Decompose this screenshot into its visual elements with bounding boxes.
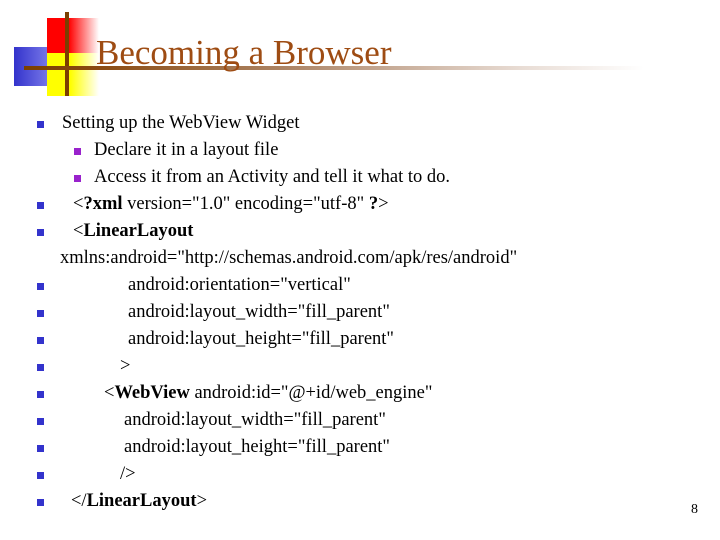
line-text-ll-layout-width: android:layout_width="fill_parent" [128, 302, 390, 322]
bullet-line-wv-self-close: /> [0, 461, 720, 488]
bullet-line-android-orientation: android:orientation="vertical" [0, 272, 720, 299]
bold-token: ?xml [83, 194, 123, 214]
line-text-setting-up: Setting up the WebView Widget [62, 113, 300, 133]
page-title: Becoming a Browser [96, 33, 392, 72]
line-text-wv-self-close: /> [120, 464, 136, 484]
slide-body: Setting up the WebView Widget Declare it … [0, 110, 720, 515]
line-text-linearlayout-close: </LinearLayout> [71, 491, 207, 511]
bold-token: LinearLayout [83, 221, 194, 241]
bullet-line-ll-close-bracket: > [0, 353, 720, 380]
logo-yellow-square [47, 53, 99, 96]
bullet-line-xmlns-android: xmlns:android="http://schemas.android.co… [0, 245, 720, 272]
line-text-wv-layout-height: android:layout_height="fill_parent" [124, 437, 390, 457]
bullet-line-xml-decl: <?xml version="1.0" encoding="utf-8" ?> [0, 191, 720, 218]
line-text-ll-close-bracket: > [120, 356, 131, 376]
bold-token: WebView [114, 383, 190, 403]
line-text-webview-open: <WebView android:id="@+id/web_engine" [104, 383, 433, 403]
bold-token-tail: ? [368, 194, 379, 214]
line-text-access-activity: Access it from an Activity and tell it w… [94, 167, 451, 187]
bold-token: LinearLayout [86, 491, 197, 511]
line-text-linearlayout-open: <LinearLayout [73, 221, 194, 241]
line-text-ll-layout-height: android:layout_height="fill_parent" [128, 329, 394, 349]
slide-canvas: Becoming a Browser Setting up the WebVie… [0, 0, 720, 540]
bullet-marker-level1 [37, 472, 44, 479]
bullet-line-linearlayout-close: </LinearLayout> [0, 488, 720, 515]
bullet-marker-level1 [37, 121, 44, 128]
bullet-marker-level1 [37, 337, 44, 344]
line-text-android-orientation: android:orientation="vertical" [128, 275, 351, 295]
bullet-marker-level1 [37, 499, 44, 506]
bullet-marker-level2 [74, 175, 81, 182]
line-text-xmlns-android: xmlns:android="http://schemas.android.co… [60, 248, 518, 268]
bullet-marker-level1 [37, 391, 44, 398]
line-text-xml-decl: <?xml version="1.0" encoding="utf-8" ?> [73, 194, 389, 214]
line-text-declare-layout: Declare it in a layout file [94, 140, 279, 160]
bullet-marker-level1 [37, 229, 44, 236]
bullet-line-ll-layout-height: android:layout_height="fill_parent" [0, 326, 720, 353]
bullet-line-wv-layout-width: android:layout_width="fill_parent" [0, 407, 720, 434]
bullet-marker-level1 [37, 418, 44, 425]
bullet-line-access-activity: Access it from an Activity and tell it w… [0, 164, 720, 191]
bullet-marker-level1 [37, 364, 44, 371]
decorative-logo [14, 12, 100, 96]
bullet-marker-level1 [37, 202, 44, 209]
bullet-line-setting-up: Setting up the WebView Widget [0, 110, 720, 137]
line-text-wv-layout-width: android:layout_width="fill_parent" [124, 410, 386, 430]
bullet-line-webview-open: <WebView android:id="@+id/web_engine" [0, 380, 720, 407]
bullet-line-declare-layout: Declare it in a layout file [0, 137, 720, 164]
bullet-line-ll-layout-width: android:layout_width="fill_parent" [0, 299, 720, 326]
bullet-marker-level1 [37, 445, 44, 452]
bullet-line-wv-layout-height: android:layout_height="fill_parent" [0, 434, 720, 461]
bullet-marker-level2 [74, 148, 81, 155]
page-number: 8 [691, 502, 698, 517]
logo-vertical-line [65, 12, 69, 96]
bullet-marker-level1 [37, 310, 44, 317]
bullet-marker-level1 [37, 283, 44, 290]
bullet-line-linearlayout-open: <LinearLayout [0, 218, 720, 245]
